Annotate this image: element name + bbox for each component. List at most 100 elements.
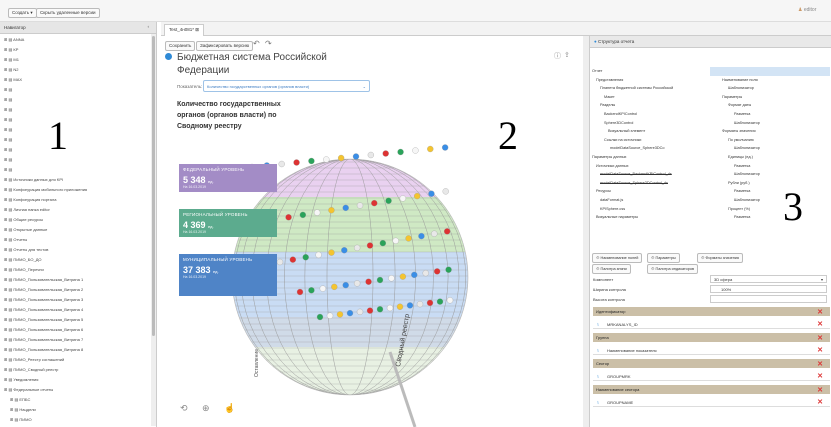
expand-icon[interactable]: ⊞ <box>4 337 7 342</box>
remove-icon[interactable]: ✕ <box>817 308 823 316</box>
structure-node[interactable]: Шаблонизатор <box>734 121 760 125</box>
remove-icon[interactable]: ✕ <box>817 386 823 394</box>
expand-icon[interactable]: ⊞ <box>4 217 7 222</box>
nav-item[interactable]: ⊞ ▤ ЕПБС <box>10 397 30 402</box>
structure-node[interactable]: Шаблонизатор <box>734 146 760 150</box>
nav-item[interactable]: ⊞ ▤ <box>4 117 12 122</box>
structure-node[interactable]: Визуальный элемент <box>608 129 645 133</box>
nav-item[interactable]: ⊞ ▤ <box>4 87 12 92</box>
expand-icon[interactable]: ⊞ <box>4 287 7 292</box>
expand-icon[interactable]: ⊞ <box>4 77 7 82</box>
nav-item[interactable]: ⊞ ▤ <box>4 157 12 162</box>
expand-icon[interactable]: ⊞ <box>4 247 7 252</box>
navigator-scrollbar[interactable] <box>151 34 156 426</box>
zoom-icon[interactable]: ⊕ <box>202 403 210 414</box>
structure-node[interactable]: modelDataSource_Sphere3DCo <box>610 146 664 150</box>
card-federal[interactable]: ФЕДЕРАЛЬНЫЙ УРОВЕНЬ 5 348 ед. На 16.03.201… <box>179 164 277 192</box>
nav-item[interactable]: ⊞ ▤ <box>4 127 12 132</box>
nav-item[interactable]: ⊞ ▤ M1 <box>4 57 19 62</box>
structure-node[interactable]: Разделы <box>600 103 615 107</box>
component-select[interactable]: 3D сфера ▾ <box>710 275 827 283</box>
structure-node[interactable]: Источники данных <box>596 164 629 168</box>
nav-item[interactable]: ⊞ ▤ Общие ресурсы <box>4 217 43 222</box>
props-tab[interactable]: ⚙ Форматы значения <box>697 253 743 263</box>
structure-node[interactable]: Sphere3DControl <box>604 121 633 125</box>
nav-item[interactable]: ⊞ ▤ Открытые данные <box>4 227 47 232</box>
structure-node[interactable]: dataFormat.js <box>600 198 623 202</box>
structure-node[interactable]: Разметка <box>734 112 750 116</box>
nav-item[interactable]: ⊞ ▤ MAX <box>4 77 22 82</box>
nav-item[interactable]: ⊞ ▤ ПИМО_Сводный реестр <box>4 367 58 372</box>
expand-icon[interactable]: ⊞ <box>4 307 7 312</box>
expand-icon[interactable]: ⊞ <box>4 327 7 332</box>
props-tab[interactable]: ⚙ Палитра индикаторов <box>647 264 699 274</box>
share-icon[interactable]: ⇪ <box>564 51 570 59</box>
structure-node[interactable]: Шаблонизатор <box>734 198 760 202</box>
nav-item[interactable]: ⊞ ▤ ПИМО_Реестр соглашений <box>4 357 64 362</box>
expand-icon[interactable]: ⊞ <box>4 317 7 322</box>
structure-node[interactable]: Визуальные параметры <box>596 215 638 219</box>
nav-item[interactable]: ⊞ ▤ ПИМО_Пользовательская_Витрина 5 <box>4 317 83 322</box>
pointer-icon[interactable]: ☝ <box>224 403 235 414</box>
nav-item[interactable]: ⊞ ▤ Уведомления <box>4 377 38 382</box>
structure-node[interactable]: KPISphere.css <box>600 207 625 211</box>
card-regional[interactable]: РЕГИОНАЛЬНЫЙ УРОВЕНЬ 4 369 ед. На 16.03.20… <box>179 209 277 237</box>
structure-node[interactable]: Единицы (ед.) <box>728 155 753 159</box>
expand-icon[interactable]: ⊞ <box>4 197 7 202</box>
expand-icon[interactable]: ⊞ <box>4 177 7 182</box>
nav-item[interactable]: ⊞ ▤ <box>4 167 12 172</box>
redo-icon[interactable]: ↷ <box>265 39 272 48</box>
structure-node[interactable]: Параметры <box>722 95 742 99</box>
expand-icon[interactable]: ⊞ <box>4 277 7 282</box>
nav-item[interactable]: ⊞ ▤ ПИМО_Пользовательская_Витрина 8 <box>4 347 83 352</box>
structure-node[interactable]: Разметка <box>734 189 750 193</box>
expand-icon[interactable]: ⊞ <box>4 147 7 152</box>
field-row[interactable]: ⌇ GROUPNAME ✕ <box>593 397 830 407</box>
structure-node[interactable]: Отчет <box>592 69 602 73</box>
nav-item[interactable]: ⊞ ▤ Конфигурация портала <box>4 197 56 202</box>
width-input[interactable]: 100% <box>710 285 827 293</box>
expand-icon[interactable]: ⊞ <box>4 237 7 242</box>
expand-icon[interactable]: ⊞ <box>4 257 7 262</box>
structure-node[interactable]: Процент (%) <box>728 207 750 211</box>
expand-icon[interactable]: ⊞ <box>4 267 7 272</box>
expand-icon[interactable]: ⊞ <box>10 417 13 422</box>
user-menu[interactable]: ♟ editor <box>798 7 816 13</box>
nav-item[interactable]: ⊞ ▤ ПИМО_Перечни <box>4 267 44 272</box>
expand-icon[interactable]: ⊞ <box>4 117 7 122</box>
tab-report[interactable]: Test_4н081* ⊠ <box>164 24 205 36</box>
structure-node[interactable]: Параметры данных <box>592 155 626 159</box>
nav-item[interactable]: ⊞ ▤ ПИМО_Пользовательская_Витрина 6 <box>4 327 83 332</box>
structure-node[interactable]: Шаблонизатор <box>728 86 754 90</box>
expand-icon[interactable]: ⊞ <box>4 37 7 42</box>
expand-icon[interactable]: ⊞ <box>4 167 7 172</box>
structure-node[interactable]: Разметка <box>734 215 750 219</box>
structure-node[interactable]: Формат даты <box>728 103 751 107</box>
expand-icon[interactable]: ⊞ <box>4 67 7 72</box>
fix-version-button[interactable]: Зафиксировать версию <box>196 41 254 51</box>
nav-item[interactable]: ⊞ ▤ ПИМО_Пользовательская_Витрина 2 <box>4 287 83 292</box>
structure-node[interactable]: Разметка <box>734 164 750 168</box>
expand-icon[interactable]: ⊞ <box>4 387 7 392</box>
structure-node[interactable]: Представления <box>596 78 623 82</box>
expand-icon[interactable]: ⊞ <box>4 47 7 52</box>
expand-icon[interactable]: ⊞ <box>10 407 13 412</box>
indicator-select[interactable]: Количество государственных органов (орга… <box>203 80 370 92</box>
expand-icon[interactable]: ⊞ <box>4 357 7 362</box>
expand-icon[interactable]: ⊞ <box>4 97 7 102</box>
remove-icon[interactable]: ✕ <box>817 320 823 328</box>
remove-icon[interactable]: ✕ <box>817 360 823 368</box>
props-tab[interactable]: ⚙ Параметры <box>647 253 680 263</box>
props-tab[interactable]: ⚙ Наименование полей <box>592 253 643 263</box>
rotate-icon[interactable]: ⟲ <box>180 403 188 414</box>
props-tab[interactable]: ⚙ Палитра зняни <box>592 264 631 274</box>
field-row[interactable]: ⌇ MRKANALYS_ID ✕ <box>593 319 830 329</box>
nav-item[interactable]: ⊞ ▤ ПИМО_Пользовательская_Витрина 3 <box>4 297 83 302</box>
structure-node[interactable]: modelDataSource_BackendKPIControl_ds <box>600 172 672 176</box>
expand-icon[interactable]: ⊞ <box>4 377 7 382</box>
expand-icon[interactable]: ⊞ <box>4 137 7 142</box>
nav-item[interactable]: ⊞ ▤ <box>4 137 12 142</box>
expand-icon[interactable]: ⊞ <box>4 87 7 92</box>
expand-icon[interactable]: ⊞ <box>4 157 7 162</box>
nav-item[interactable]: ⊞ ▤ Личная папка editor <box>4 207 50 212</box>
